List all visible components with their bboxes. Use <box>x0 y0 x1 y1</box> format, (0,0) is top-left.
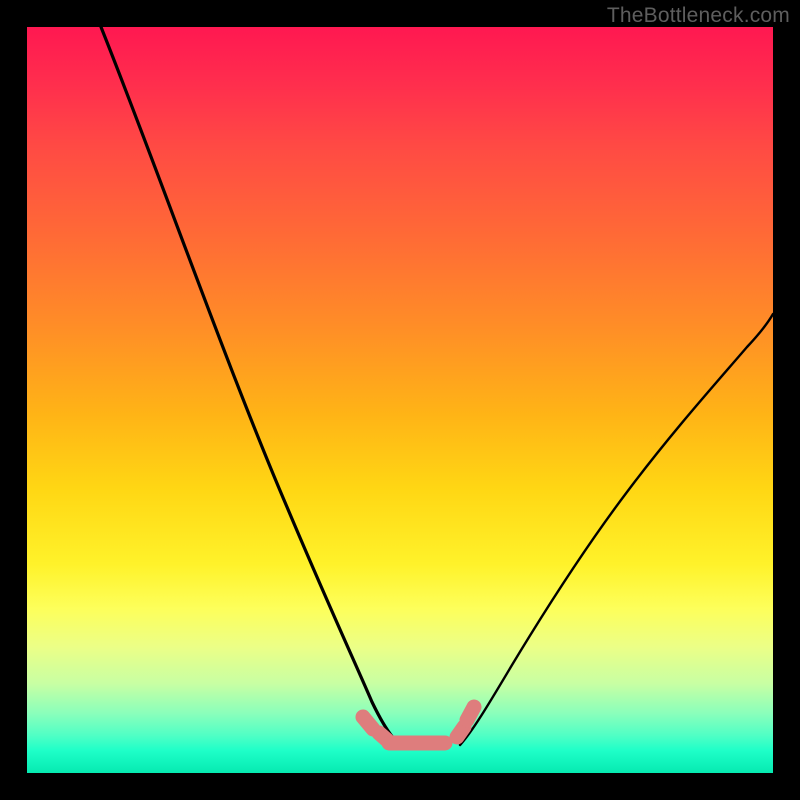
plot-area <box>27 27 773 773</box>
chart-frame: TheBottleneck.com <box>0 0 800 800</box>
left-curve <box>101 27 400 745</box>
curve-overlay <box>27 27 773 773</box>
watermark-text: TheBottleneck.com <box>607 4 790 28</box>
bottom-dots <box>363 707 474 743</box>
right-curve <box>460 314 773 745</box>
